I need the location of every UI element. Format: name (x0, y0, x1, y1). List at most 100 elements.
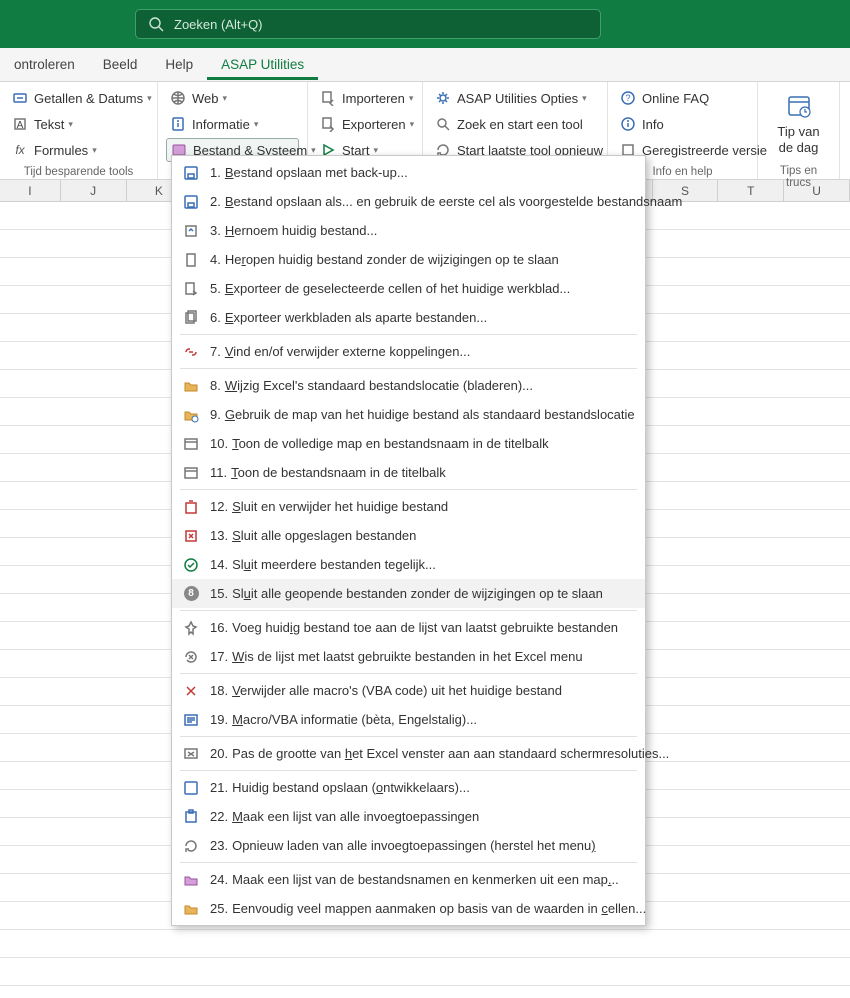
numbers-icon (12, 90, 28, 106)
info-icon (170, 116, 186, 132)
chevron-down-icon: ▾ (92, 145, 97, 156)
pin-icon (182, 619, 200, 637)
folder-icon (182, 406, 200, 424)
file-icon (182, 251, 200, 269)
svg-text:A: A (17, 120, 24, 131)
group-label-tools: Tijd besparende tools (8, 162, 149, 180)
menu-window-size[interactable]: 20. Pas de grootte van het Excel venster… (172, 739, 645, 768)
vba-icon (182, 711, 200, 729)
col-i[interactable]: I (0, 180, 61, 201)
import-icon (320, 90, 336, 106)
delete-x-icon (182, 682, 200, 700)
menu-separator (180, 862, 637, 863)
num-15-icon: 8 (182, 585, 200, 603)
resize-icon (182, 745, 200, 763)
tab-help[interactable]: Help (151, 49, 207, 80)
tab-controleren[interactable]: ontroleren (0, 49, 89, 80)
tab-asap-utilities[interactable]: ASAP Utilities (207, 49, 318, 80)
menu-rename-file[interactable]: 3. Hernoem huidig bestand... (172, 216, 645, 245)
info-button[interactable]: Info (616, 112, 749, 136)
menu-vba-info[interactable]: 19. Macro/VBA informatie (bèta, Engelsta… (172, 705, 645, 734)
col-j[interactable]: J (61, 180, 127, 201)
save-icon (182, 779, 200, 797)
menu-save-backup[interactable]: 1. Bestand opslaan met back-up... (172, 158, 645, 187)
menu-clear-recent[interactable]: 17. Wis de lijst met laatst gebruikte be… (172, 642, 645, 671)
menu-filename-titlebar[interactable]: 11. Toon de bestandsnaam in de titelbalk (172, 458, 645, 487)
formulas-button[interactable]: fx Formules▾ (8, 138, 149, 162)
chevron-down-icon: ▾ (147, 93, 152, 104)
menu-export-selection[interactable]: 5. Exporteer de geselecteerde cellen of … (172, 274, 645, 303)
menu-separator (180, 673, 637, 674)
chevron-down-icon: ▾ (410, 119, 415, 130)
web-icon (170, 90, 186, 106)
chevron-down-icon: ▾ (409, 93, 414, 104)
folder-list-icon (182, 871, 200, 889)
tip-of-day-button[interactable]: Tip van de dag (766, 86, 831, 161)
chevron-down-icon: ▾ (254, 119, 259, 130)
import-button[interactable]: Importeren▾ (316, 86, 414, 110)
menu-close-all-no-save[interactable]: 8 15. Sluit alle geopende bestanden zond… (172, 579, 645, 608)
menu-save-as-cell[interactable]: 2. Bestand opslaan als... en gebruik de … (172, 187, 645, 216)
menu-reload-addins[interactable]: 23. Opnieuw laden van alle invoegtoepass… (172, 831, 645, 860)
link-icon (182, 343, 200, 361)
menu-reopen-no-save[interactable]: 4. Heropen huidig bestand zonder de wijz… (172, 245, 645, 274)
text-button[interactable]: A Tekst▾ (8, 112, 149, 136)
menu-default-location[interactable]: 8. Wijzig Excel's standaard bestandsloca… (172, 371, 645, 400)
menu-separator (180, 334, 637, 335)
menu-list-files[interactable]: 24. Maak een lijst van de bestandsnamen … (172, 865, 645, 894)
menu-close-saved[interactable]: 13. Sluit alle opgeslagen bestanden (172, 521, 645, 550)
menu-save-dev[interactable]: 21. Huidig bestand opslaan (ontwikkelaar… (172, 773, 645, 802)
save-icon (182, 193, 200, 211)
col-u[interactable]: U (784, 180, 850, 201)
chevron-down-icon: ▾ (373, 145, 378, 156)
addin-icon (182, 808, 200, 826)
menu-close-multiple[interactable]: 14. Sluit meerdere bestanden tegelijk... (172, 550, 645, 579)
menu-list-addins[interactable]: 22. Maak een lijst van alle invoegtoepas… (172, 802, 645, 831)
rename-icon (182, 222, 200, 240)
menu-add-recent[interactable]: 16. Voeg huidig bestand toe aan de lijst… (172, 613, 645, 642)
asap-options-button[interactable]: ASAP Utilities Opties▾ (431, 86, 599, 110)
web-button[interactable]: Web▾ (166, 86, 299, 110)
information-button[interactable]: Informatie▾ (166, 112, 299, 136)
tab-bar: ontroleren Beeld Help ASAP Utilities (0, 48, 850, 82)
export-icon (182, 280, 200, 298)
menu-export-sheets[interactable]: 6. Exporteer werkbladen als aparte besta… (172, 303, 645, 332)
menu-remove-macros[interactable]: 18. Verwijder alle macro's (VBA code) ui… (172, 676, 645, 705)
search-placeholder: Zoeken (Alt+Q) (174, 17, 263, 32)
menu-create-folders[interactable]: 25. Eenvoudig veel mappen aanmaken op ba… (172, 894, 645, 923)
close-icon (182, 527, 200, 545)
export-icon (320, 116, 336, 132)
chevron-down-icon: ▾ (223, 93, 228, 104)
export-button[interactable]: Exporteren▾ (316, 112, 414, 136)
tab-beeld[interactable]: Beeld (89, 49, 152, 80)
chevron-down-icon: ▾ (68, 119, 73, 130)
menu-separator (180, 489, 637, 490)
folder-icon (182, 900, 200, 918)
check-icon (182, 556, 200, 574)
calendar-icon (785, 92, 813, 120)
menu-use-current-folder[interactable]: 9. Gebruik de map van het huidige bestan… (172, 400, 645, 429)
file-system-menu: 1. Bestand opslaan met back-up... 2. Bes… (171, 155, 646, 926)
info-icon (620, 116, 636, 132)
save-icon (182, 164, 200, 182)
search-box[interactable]: Zoeken (Alt+Q) (135, 9, 601, 39)
text-icon: A (12, 116, 28, 132)
reload-icon (182, 837, 200, 855)
online-faq-button[interactable]: ? Online FAQ (616, 86, 749, 110)
menu-separator (180, 736, 637, 737)
title-bar: Zoeken (Alt+Q) (0, 0, 850, 48)
col-t[interactable]: T (718, 180, 784, 201)
help-icon: ? (620, 90, 636, 106)
chevron-down-icon: ▾ (582, 93, 587, 104)
menu-separator (180, 368, 637, 369)
numbers-dates-button[interactable]: Getallen & Datums▾ (8, 86, 149, 110)
svg-text:?: ? (625, 93, 630, 103)
window-icon (182, 435, 200, 453)
gear-icon (435, 90, 451, 106)
menu-full-path-titlebar[interactable]: 10. Toon de volledige map en bestandsnaa… (172, 429, 645, 458)
folder-icon (182, 377, 200, 395)
menu-close-delete[interactable]: 12. Sluit en verwijder het huidige besta… (172, 492, 645, 521)
menu-find-links[interactable]: 7. Vind en/of verwijder externe koppelin… (172, 337, 645, 366)
fx-icon: fx (12, 142, 28, 158)
search-tool-button[interactable]: Zoek en start een tool (431, 112, 599, 136)
